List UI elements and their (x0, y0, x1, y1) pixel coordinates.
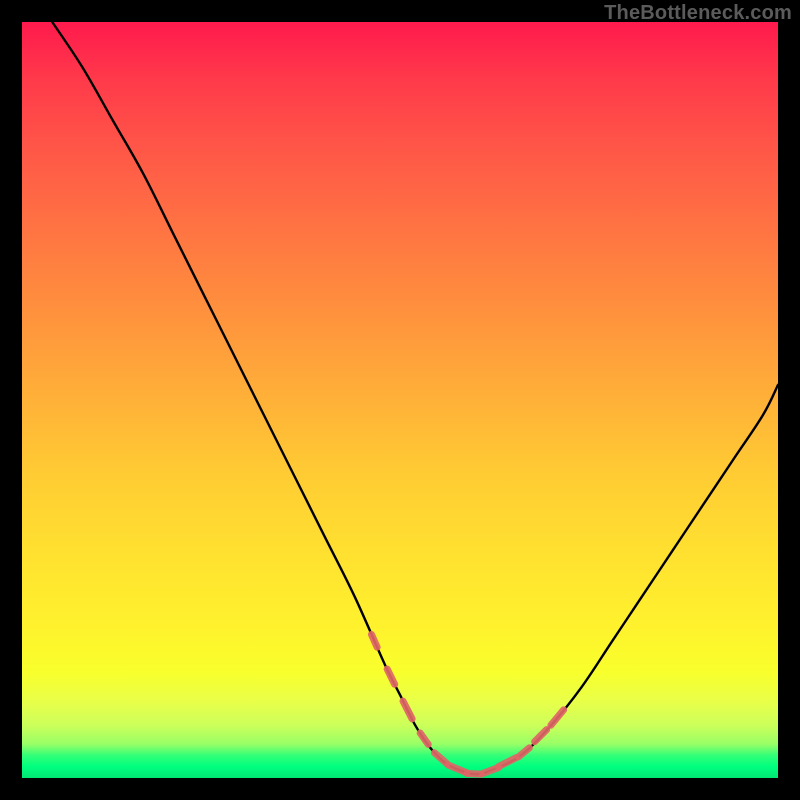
chart-frame: TheBottleneck.com (0, 0, 800, 800)
curve-svg (22, 22, 778, 778)
highlight-ticks (371, 634, 563, 774)
plot-area (22, 22, 778, 778)
main-curve (52, 22, 778, 774)
